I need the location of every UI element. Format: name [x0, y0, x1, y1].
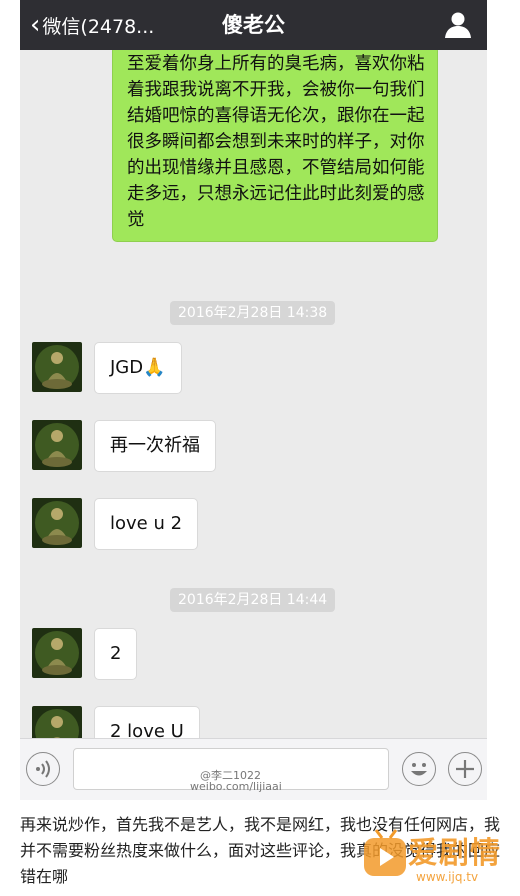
- avatar[interactable]: [32, 342, 82, 392]
- chat-area[interactable]: 至爱着你身上所有的臭毛病，喜欢你粘着我跟我说离不开我，会被你一句我们结婚吧惊的喜…: [20, 50, 487, 738]
- timestamp: 2016年2月28日 14:44: [170, 588, 336, 612]
- watermark-url: weibo.com/lijiaai: [190, 780, 282, 793]
- emoji-icon[interactable]: [402, 752, 436, 786]
- nav-bar: ‹ 微信(2478... 傻老公: [20, 0, 487, 50]
- incoming-message[interactable]: 再一次祈福: [94, 420, 216, 472]
- plus-icon[interactable]: [448, 752, 482, 786]
- avatar[interactable]: [32, 420, 82, 470]
- tv-logo-icon: [364, 829, 406, 876]
- site-logo: 爱剧情 www.ijq.tv: [360, 822, 510, 888]
- incoming-message[interactable]: love u 2: [94, 498, 199, 550]
- logo-name: 爱剧情: [408, 836, 501, 871]
- incoming-message[interactable]: 2: [94, 628, 138, 680]
- avatar[interactable]: [32, 628, 82, 678]
- avatar[interactable]: [32, 498, 82, 548]
- outgoing-message[interactable]: 至爱着你身上所有的臭毛病，喜欢你粘着我跟我说离不开我，会被你一句我们结婚吧惊的喜…: [112, 50, 438, 242]
- chat-title: 傻老公: [222, 13, 285, 37]
- timestamp: 2016年2月28日 14:38: [170, 301, 336, 325]
- person-icon[interactable]: [443, 11, 473, 39]
- wechat-screen: ‹ 微信(2478... 傻老公 至爱着你身上所有的臭毛病，喜欢你粘着我跟我说离…: [20, 0, 487, 800]
- logo-url: www.ijq.tv: [416, 870, 479, 884]
- incoming-message[interactable]: 2 love U: [94, 706, 200, 738]
- incoming-message[interactable]: JGD🙏: [94, 342, 182, 394]
- voice-icon[interactable]: [26, 752, 60, 786]
- avatar[interactable]: [32, 706, 82, 738]
